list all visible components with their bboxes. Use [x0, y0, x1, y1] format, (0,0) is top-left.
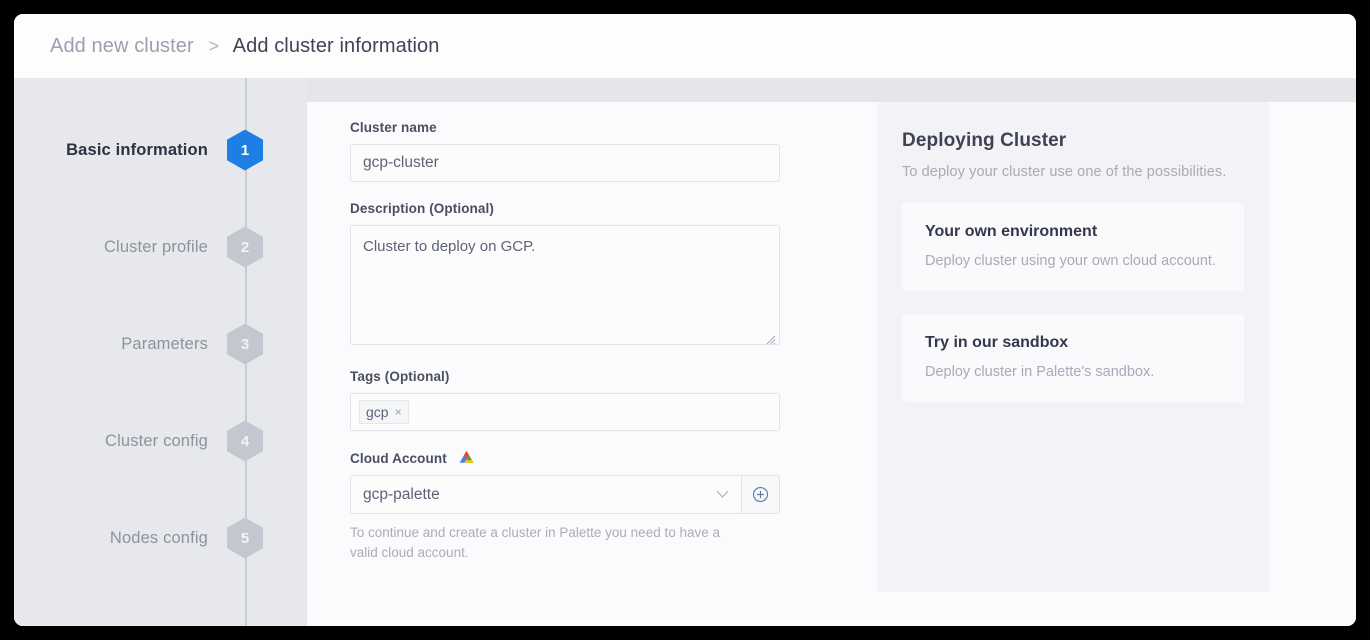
step-label: Cluster profile — [103, 237, 208, 256]
cloud-account-label-text: Cloud Account — [350, 450, 447, 466]
sidebar-item-cluster-config[interactable]: Cluster config 4 — [14, 419, 307, 463]
tag-chip[interactable]: gcp × — [359, 400, 409, 424]
cloud-account-value: gcp-palette — [363, 485, 440, 503]
add-circle-icon — [752, 486, 769, 503]
step-label: Cluster config — [105, 431, 208, 450]
step-badge-2: 2 — [227, 226, 263, 268]
option-card-description: Deploy cluster in Palette's sandbox. — [925, 364, 1155, 380]
deploying-cluster-panel: Deploying Cluster To deploy your cluster… — [877, 102, 1269, 592]
cloud-account-helper-text: To continue and create a cluster in Pale… — [350, 525, 720, 560]
description-label: Description (Optional) — [350, 201, 494, 216]
cloud-account-label: Cloud Account — [350, 450, 780, 466]
stepper-sidebar: Basic information 1 Cluster profile 2 Pa… — [14, 78, 307, 626]
header-bar: Add new cluster > Add cluster informatio… — [14, 14, 1356, 78]
option-card-title: Your own environment — [925, 223, 1098, 240]
add-cloud-account-button[interactable] — [742, 475, 780, 514]
step-label: Nodes config — [109, 528, 208, 547]
breadcrumb-separator-icon: > — [208, 35, 220, 56]
field-cluster-name: Cluster name — [350, 120, 780, 182]
breadcrumb-current: Add cluster information — [232, 34, 440, 57]
cluster-name-label: Cluster name — [350, 120, 437, 135]
field-cloud-account: Cloud Account gcp-palette To continue an… — [350, 450, 780, 562]
tags-label: Tags (Optional) — [350, 369, 450, 384]
step-badge-1: 1 — [227, 129, 263, 171]
gcp-cloud-icon — [457, 450, 476, 466]
info-panel-title: Deploying Cluster — [902, 130, 1067, 151]
content-panel: Cluster name Description (Optional) T — [307, 102, 1356, 626]
breadcrumb: Add new cluster > Add cluster informatio… — [50, 35, 440, 58]
app-window: Add new cluster > Add cluster informatio… — [14, 14, 1356, 626]
field-tags: Tags (Optional) gcp × — [350, 369, 780, 431]
sidebar-item-parameters[interactable]: Parameters 3 — [14, 322, 307, 366]
tag-chip-label: gcp — [366, 404, 389, 420]
cluster-info-form: Cluster name Description (Optional) T — [350, 120, 780, 581]
step-badge-4: 4 — [227, 420, 263, 462]
option-card-description: Deploy cluster using your own cloud acco… — [925, 253, 1216, 269]
step-badge-5: 5 — [227, 517, 263, 559]
step-label: Basic information — [66, 140, 208, 159]
option-card-your-own-environment[interactable]: Your own environment Deploy cluster usin… — [902, 203, 1244, 291]
field-description: Description (Optional) — [350, 201, 780, 350]
cloud-account-select[interactable]: gcp-palette — [350, 475, 742, 514]
option-card-try-in-our-sandbox[interactable]: Try in our sandbox Deploy cluster in Pal… — [902, 314, 1244, 402]
sidebar-item-cluster-profile[interactable]: Cluster profile 2 — [14, 225, 307, 269]
tag-remove-icon[interactable]: × — [395, 405, 402, 419]
info-panel-subtitle: To deploy your cluster use one of the po… — [902, 164, 1227, 180]
step-badge-3: 3 — [227, 323, 263, 365]
step-label: Parameters — [121, 334, 208, 353]
option-card-title: Try in our sandbox — [925, 334, 1069, 351]
description-textarea[interactable] — [350, 225, 780, 345]
sidebar-item-nodes-config[interactable]: Nodes config 5 — [14, 516, 307, 560]
breadcrumb-parent-link[interactable]: Add new cluster — [50, 35, 194, 57]
sidebar-item-basic-information[interactable]: Basic information 1 — [14, 128, 307, 172]
tags-input[interactable]: gcp × — [350, 393, 780, 431]
body-area: Basic information 1 Cluster profile 2 Pa… — [14, 78, 1356, 626]
cluster-name-input[interactable] — [350, 144, 780, 182]
chevron-down-icon — [716, 490, 729, 498]
